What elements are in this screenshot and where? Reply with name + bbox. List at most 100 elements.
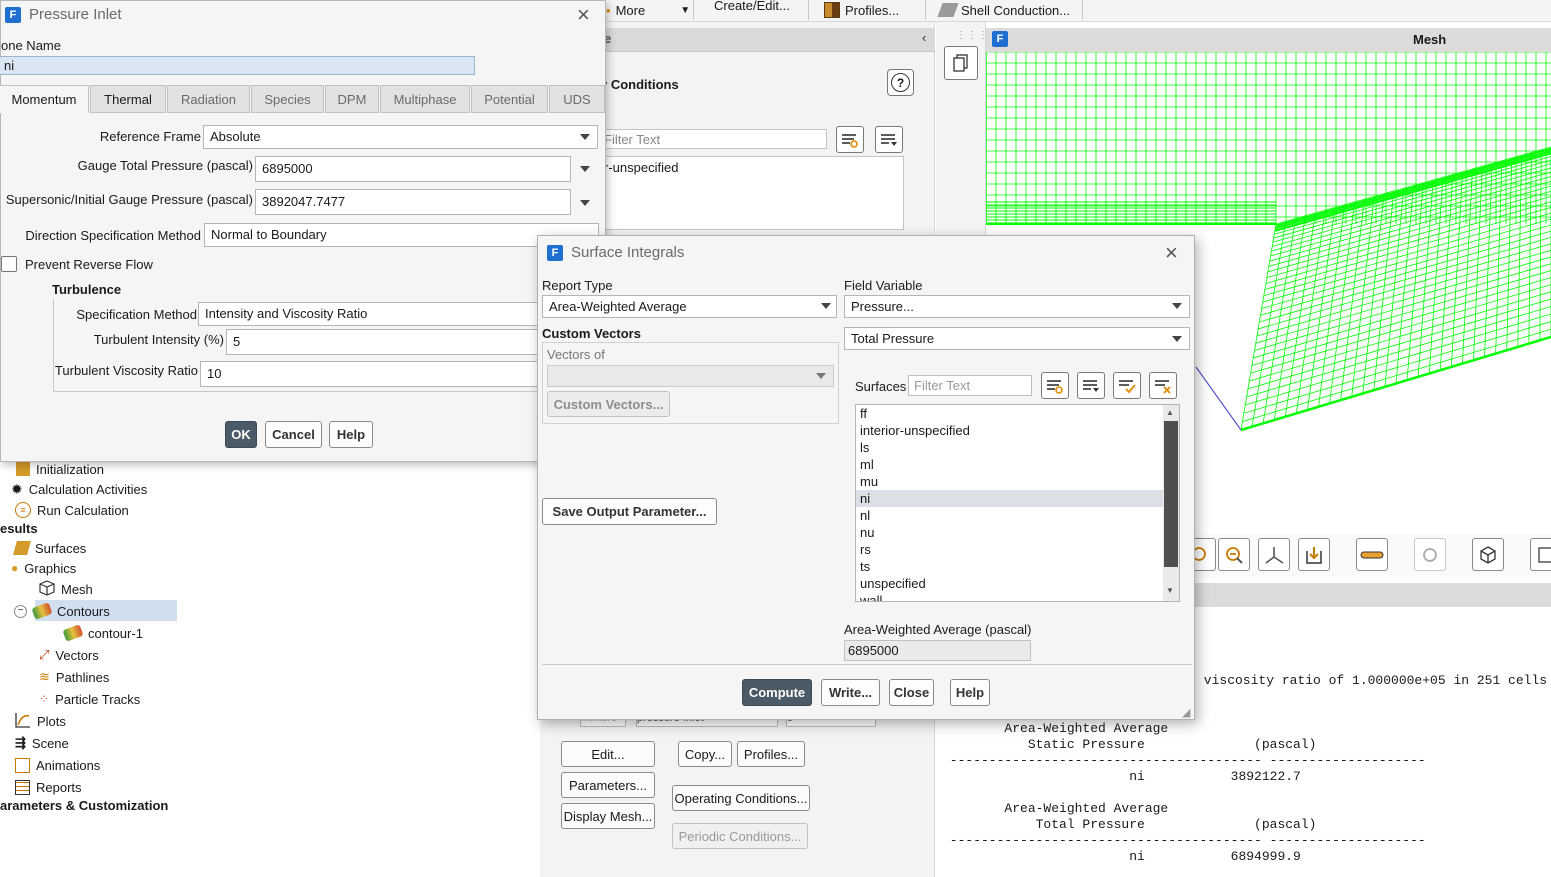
clipboard-icon[interactable] bbox=[944, 46, 978, 80]
display-mesh-button[interactable]: Display Mesh... bbox=[561, 803, 655, 829]
ok-button[interactable]: OK bbox=[225, 421, 257, 448]
tree-item-particle-tracks[interactable]: ⁘ Particle Tracks bbox=[39, 689, 140, 709]
scroll-down-icon[interactable]: ▼ bbox=[1166, 586, 1174, 595]
save-output-parameter-button[interactable]: Save Output Parameter... bbox=[542, 498, 717, 525]
edit-button[interactable]: Edit... bbox=[561, 741, 655, 767]
specification-method-select[interactable]: Intensity and Viscosity Ratio bbox=[198, 302, 543, 326]
cube-view-icon[interactable] bbox=[1472, 538, 1504, 571]
list-item-selected[interactable]: ni bbox=[856, 490, 1164, 507]
surfaces-list[interactable]: ff interior-unspecified ls ml mu ni nl n… bbox=[855, 404, 1180, 602]
list-item[interactable]: ml bbox=[856, 456, 1164, 473]
help-button[interactable]: Help bbox=[950, 679, 990, 706]
turbulent-viscosity-input[interactable]: 10 bbox=[200, 361, 543, 387]
list-item[interactable]: wall bbox=[856, 592, 1164, 601]
zone-filter-input[interactable]: Filter Text bbox=[597, 129, 827, 149]
tab-radiation[interactable]: Radiation bbox=[167, 85, 250, 113]
tab-potential[interactable]: Potential bbox=[471, 85, 548, 113]
help-button[interactable]: ? bbox=[887, 69, 914, 96]
zoom-out-icon[interactable] bbox=[1218, 538, 1250, 571]
report-type-select[interactable]: Area-Weighted Average bbox=[542, 295, 837, 318]
tab-multiphase[interactable]: Multiphase bbox=[380, 85, 470, 113]
tree-item-surfaces[interactable]: Surfaces bbox=[13, 538, 86, 558]
supersonic-pressure-input[interactable]: 3892047.7477 bbox=[255, 189, 571, 215]
write-button[interactable]: Write... bbox=[821, 679, 880, 706]
tree-item-contours[interactable]: − Contours bbox=[14, 601, 110, 621]
tree-item-initialization[interactable]: Initialization bbox=[16, 459, 104, 479]
tab-uds[interactable]: UDS bbox=[549, 85, 605, 113]
filter-options-icon[interactable] bbox=[836, 126, 864, 153]
zone-list[interactable]: r-unspecified bbox=[597, 156, 904, 230]
list-item[interactable]: nu bbox=[856, 524, 1164, 541]
create-edit-button[interactable]: Create/Edit... bbox=[714, 0, 790, 15]
tree-item-calculation-activities[interactable]: ✹ Calculation Activities bbox=[11, 479, 147, 499]
tab-thermal[interactable]: Thermal bbox=[90, 85, 166, 113]
field-variable-select[interactable]: Pressure... bbox=[844, 295, 1190, 318]
reference-frame-select[interactable]: Absolute bbox=[203, 125, 598, 149]
axes-icon[interactable] bbox=[1258, 538, 1290, 571]
list-item[interactable]: mu bbox=[856, 473, 1164, 490]
scrollbar[interactable]: ▲ ▼ bbox=[1163, 405, 1179, 601]
tree-item-animations[interactable]: Animations bbox=[15, 755, 100, 775]
tab-dpm[interactable]: DPM bbox=[325, 85, 379, 113]
ruler-icon[interactable] bbox=[1356, 538, 1388, 571]
resize-grip-icon[interactable]: ◢ bbox=[1182, 706, 1190, 719]
tree-item-reports[interactable]: Reports bbox=[15, 777, 82, 797]
sort-icon[interactable] bbox=[1077, 372, 1105, 399]
grip-icon[interactable]: ⋮⋮⋮ bbox=[956, 30, 989, 41]
compute-button[interactable]: Compute bbox=[742, 679, 812, 706]
close-icon[interactable]: × bbox=[577, 4, 590, 26]
parameters-button[interactable]: Parameters... bbox=[561, 772, 655, 798]
custom-vectors-button[interactable]: Custom Vectors... bbox=[547, 391, 670, 417]
scroll-up-icon[interactable]: ▲ bbox=[1166, 408, 1174, 417]
list-item[interactable]: rs bbox=[856, 541, 1164, 558]
tree-item-mesh[interactable]: Mesh bbox=[39, 579, 93, 599]
tree-item-plots[interactable]: Plots bbox=[15, 711, 66, 731]
field-variable-sub-select[interactable]: Total Pressure bbox=[844, 327, 1190, 350]
layout-icon[interactable] bbox=[1530, 538, 1551, 571]
zone-name-field[interactable]: ni bbox=[0, 56, 475, 75]
chevron-down-icon[interactable] bbox=[580, 200, 590, 206]
tree-item-run-calculation[interactable]: ≡ Run Calculation bbox=[15, 500, 129, 520]
profiles-button-panel[interactable]: Profiles... bbox=[737, 741, 805, 767]
tree-section-results[interactable]: esults bbox=[0, 518, 38, 538]
periodic-conditions-button[interactable]: Periodic Conditions... bbox=[672, 823, 808, 849]
tree-item-contour-1[interactable]: contour-1 bbox=[62, 623, 143, 643]
chevron-down-icon[interactable] bbox=[580, 166, 590, 172]
close-button[interactable]: Close bbox=[889, 679, 934, 706]
list-item[interactable]: ts bbox=[856, 558, 1164, 575]
vectors-of-select[interactable] bbox=[547, 365, 834, 387]
profiles-button[interactable]: Profiles... bbox=[824, 0, 899, 20]
filter-options-icon[interactable] bbox=[1041, 372, 1069, 399]
list-item[interactable]: interior-unspecified bbox=[856, 422, 1164, 439]
prevent-reverse-flow-checkbox[interactable] bbox=[1, 256, 17, 272]
shell-conduction-button[interactable]: Shell Conduction... bbox=[937, 0, 1070, 20]
list-item[interactable]: nl bbox=[856, 507, 1164, 524]
gauge-total-pressure-input[interactable]: 6895000 bbox=[255, 156, 571, 182]
tree-item-graphics[interactable]: ● Graphics bbox=[11, 558, 76, 578]
tree-item-vectors[interactable]: ⤢ Vectors bbox=[39, 645, 99, 665]
tree-item-pathlines[interactable]: ≋ Pathlines bbox=[39, 667, 109, 687]
help-button[interactable]: Help bbox=[329, 421, 373, 448]
deselect-all-icon[interactable] bbox=[1149, 372, 1177, 399]
list-item[interactable]: unspecified bbox=[856, 575, 1164, 592]
cancel-button[interactable]: Cancel bbox=[265, 421, 322, 448]
tree-item-scene[interactable]: ⇶ Scene bbox=[15, 733, 69, 753]
turbulent-intensity-input[interactable]: 5 bbox=[226, 329, 543, 355]
tab-momentum[interactable]: Momentum bbox=[0, 85, 89, 113]
collapse-icon[interactable]: ‹ bbox=[922, 30, 926, 45]
close-icon[interactable]: × bbox=[1165, 242, 1178, 264]
view-settings-icon[interactable] bbox=[1414, 538, 1446, 571]
scrollbar-thumb[interactable] bbox=[1164, 421, 1178, 567]
save-image-icon[interactable] bbox=[1298, 538, 1330, 571]
surfaces-filter-input[interactable]: Filter Text bbox=[908, 375, 1032, 396]
collapse-minus-icon[interactable]: − bbox=[14, 604, 27, 618]
tree-section-parameters[interactable]: arameters & Customization bbox=[0, 795, 168, 815]
operating-conditions-button[interactable]: Operating Conditions... bbox=[672, 785, 810, 811]
list-item[interactable]: r-unspecified bbox=[604, 160, 897, 175]
select-all-icon[interactable] bbox=[1113, 372, 1141, 399]
copy-button[interactable]: Copy... bbox=[678, 741, 732, 767]
sort-options-icon[interactable] bbox=[875, 126, 903, 153]
more-menu[interactable]: • More ▼ bbox=[606, 0, 690, 20]
list-item[interactable]: ff bbox=[856, 405, 1164, 422]
tab-species[interactable]: Species bbox=[251, 85, 324, 113]
